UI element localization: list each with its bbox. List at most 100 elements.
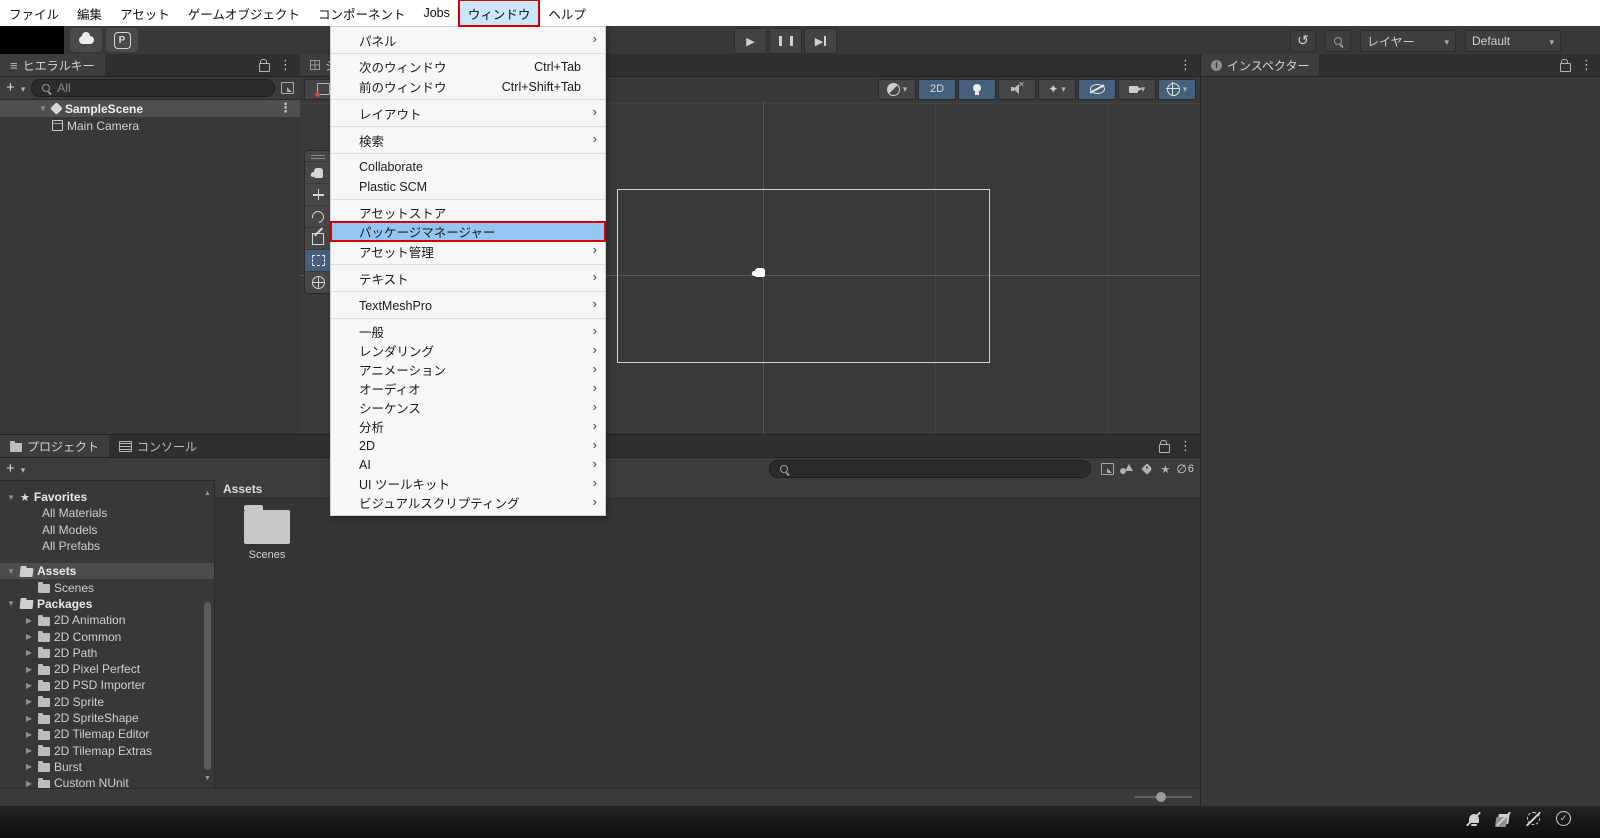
layers-dropdown[interactable]: レイヤー (1360, 30, 1456, 52)
sync-slash-icon[interactable] (1525, 810, 1542, 827)
tree-row[interactable]: All Prefabs (0, 538, 214, 554)
menu-item[interactable]: レンダリング (331, 341, 605, 360)
expand-arrow-icon[interactable] (6, 599, 16, 608)
menu-bar-item[interactable]: ゲームオブジェクト (179, 0, 309, 26)
play-button[interactable] (734, 28, 767, 54)
lock-icon[interactable] (1560, 58, 1571, 72)
tree-row[interactable]: 2D PSD Importer (0, 677, 214, 693)
kebab-menu-icon[interactable] (1179, 56, 1192, 74)
layers-slash-icon[interactable] (1495, 810, 1512, 827)
menu-bar-item[interactable]: ヘルプ (539, 0, 595, 26)
menu-item[interactable]: レイアウト (331, 103, 605, 127)
scale-tool-button[interactable] (305, 227, 331, 249)
plastic-scm-button[interactable]: P (106, 28, 138, 52)
project-files-area[interactable]: Assets Scenes (215, 480, 1200, 789)
tab-hierarchy[interactable]: ヒエラルキー (0, 54, 105, 76)
menu-bar-item[interactable]: アセット (111, 0, 179, 26)
kebab-menu-icon[interactable] (1179, 437, 1192, 455)
tree-row[interactable]: Assets (0, 563, 214, 580)
menu-bar-item[interactable]: ウィンドウ (457, 0, 541, 27)
tree-row[interactable]: 2D Tilemap Extras (0, 742, 214, 758)
menu-item[interactable]: パッケージマネージャー (330, 221, 606, 242)
search-button[interactable] (1325, 30, 1351, 52)
kebab-menu-icon[interactable] (279, 101, 292, 115)
effects-button[interactable] (1038, 78, 1076, 100)
menu-bar-item[interactable]: コンポーネント (309, 0, 415, 26)
rect-tool-button[interactable] (305, 249, 331, 271)
expand-arrow-icon[interactable] (6, 493, 16, 502)
expand-arrow-icon[interactable] (24, 746, 34, 755)
menu-item[interactable]: 分析 (331, 417, 605, 436)
menu-item[interactable]: 一般 (331, 322, 605, 341)
kebab-menu-icon[interactable] (279, 56, 292, 74)
tree-row[interactable]: 2D Tilemap Editor (0, 726, 214, 742)
project-tab[interactable]: コンソール (109, 435, 208, 457)
menu-item[interactable]: UI ツールキット (331, 474, 605, 493)
lock-icon[interactable] (259, 58, 270, 72)
menu-bar-item[interactable]: Jobs (414, 0, 458, 26)
expand-arrow-icon[interactable] (6, 567, 16, 576)
expand-arrow-icon[interactable] (24, 730, 34, 739)
tree-row[interactable]: Custom NUnit (0, 775, 214, 789)
tree-row[interactable]: Scenes (0, 579, 214, 595)
tree-scrollbar[interactable] (203, 490, 212, 782)
transform-tool-button[interactable] (305, 271, 331, 293)
menu-item[interactable]: アセットストア (331, 203, 605, 222)
expand-arrow-icon[interactable] (24, 616, 34, 625)
menu-item[interactable]: Plastic SCM (331, 176, 605, 200)
chevron-down-icon[interactable] (21, 460, 26, 478)
hierarchy-row[interactable]: Main Camera (0, 117, 300, 134)
expand-arrow-icon[interactable] (24, 714, 34, 723)
cloud-services-button[interactable] (70, 28, 102, 52)
hidden-count-toggle[interactable]: 6 (1176, 460, 1194, 478)
menu-item[interactable]: 次のウィンドウ Ctrl+Tab (331, 57, 605, 76)
expand-arrow-icon[interactable] (24, 681, 34, 690)
menu-item[interactable]: アニメーション (331, 360, 605, 379)
create-button[interactable] (6, 460, 15, 478)
menu-item[interactable]: TextMeshPro (331, 295, 605, 319)
menu-item[interactable]: シーケンス (331, 398, 605, 417)
menu-bar-item[interactable]: 編集 (68, 0, 111, 26)
pause-button[interactable] (769, 28, 802, 54)
camera-settings-button[interactable] (1118, 78, 1156, 100)
check-circle-icon[interactable] (1555, 810, 1572, 827)
menu-item[interactable]: ビジュアルスクリプティング (331, 493, 605, 512)
tree-row[interactable]: 2D Animation (0, 612, 214, 628)
palette-drag-handle[interactable] (305, 151, 331, 161)
thumbnail-size-slider[interactable] (1134, 792, 1192, 802)
gizmos-button[interactable] (1158, 78, 1196, 100)
tab-inspector[interactable]: インスペクター (1201, 54, 1320, 76)
search-by-label-icon[interactable] (1140, 463, 1153, 475)
menu-item[interactable]: 2D (331, 436, 605, 455)
step-button[interactable] (804, 28, 837, 54)
tree-row[interactable]: Burst (0, 759, 214, 775)
tree-row[interactable]: 2D Common (0, 628, 214, 644)
menu-bar-item[interactable]: ファイル (0, 0, 68, 26)
rotate-tool-button[interactable] (305, 205, 331, 227)
tree-row[interactable]: All Materials (0, 505, 214, 521)
slider-knob[interactable] (1156, 792, 1166, 802)
pick-object-icon[interactable] (281, 82, 294, 94)
menu-item[interactable]: オーディオ (331, 379, 605, 398)
tree-row[interactable]: 2D SpriteShape (0, 710, 214, 726)
hidden-objects-button[interactable] (1078, 78, 1116, 100)
tree-row[interactable]: 2D Pixel Perfect (0, 661, 214, 677)
expand-arrow-icon[interactable] (24, 648, 34, 657)
layout-dropdown[interactable]: Default (1465, 30, 1561, 52)
scrollbar-thumb[interactable] (204, 602, 211, 770)
scroll-up-icon[interactable] (204, 490, 211, 497)
bell-slash-icon[interactable] (1465, 810, 1482, 827)
hierarchy-search-input[interactable]: All (31, 79, 275, 97)
expand-arrow-icon[interactable] (24, 697, 34, 706)
undo-history-button[interactable] (1290, 30, 1316, 52)
expand-arrow-icon[interactable] (24, 779, 34, 788)
tree-row[interactable]: All Models (0, 522, 214, 538)
scene-audio-button[interactable] (998, 78, 1036, 100)
menu-item[interactable]: AI (331, 455, 605, 474)
hierarchy-row[interactable]: SampleScene (0, 100, 300, 117)
expand-arrow-icon[interactable] (38, 104, 48, 113)
2d-mode-button[interactable]: 2D (918, 78, 956, 100)
menu-item[interactable]: パネル (331, 30, 605, 54)
menu-item[interactable]: アセット管理 (331, 241, 605, 265)
lock-icon[interactable] (1159, 439, 1170, 453)
